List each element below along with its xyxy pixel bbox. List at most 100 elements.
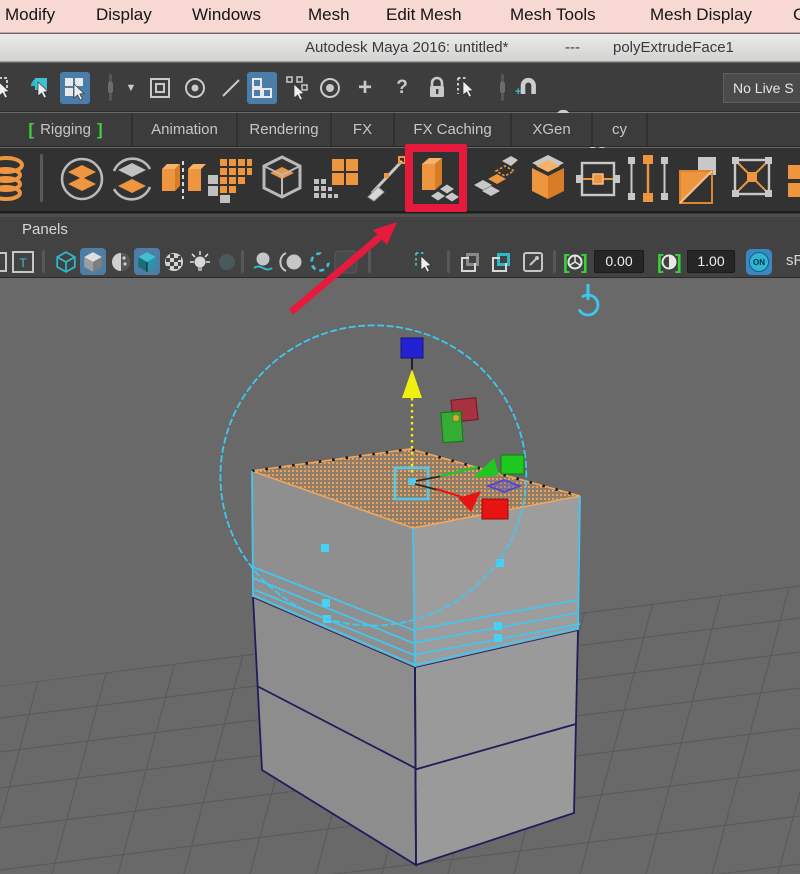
menu-modify[interactable]: Modify [5, 5, 55, 25]
svg-text:T: T [19, 256, 27, 270]
z-scale-handle[interactable] [400, 337, 424, 359]
tab-rendering[interactable]: Rendering [238, 113, 332, 146]
live-surface-field[interactable]: No Live S [723, 73, 800, 103]
isolate-select-icon[interactable] [307, 248, 333, 275]
menu-display[interactable]: Display [96, 5, 152, 25]
menu-mesh-display[interactable]: Mesh Display [650, 5, 752, 25]
smooth-icon[interactable] [258, 151, 306, 209]
textured-mode-icon[interactable] [134, 248, 160, 275]
status-line: ▼ + ? + No Live S [0, 63, 800, 112]
highlight-selection-icon[interactable] [452, 72, 482, 104]
tool-dropdown-icon[interactable]: ▼ [120, 72, 142, 104]
panel-separator [368, 250, 371, 273]
plus-tool-icon[interactable]: + [350, 72, 380, 104]
toolbar-separator[interactable] [500, 74, 505, 101]
text-pane-icon[interactable]: T [10, 248, 36, 275]
tab-rigging[interactable]: [ Rigging ] [0, 113, 133, 146]
single-pane-icon[interactable] [0, 248, 10, 275]
object-layer-icon[interactable] [458, 248, 484, 275]
multi-cut-icon[interactable] [362, 151, 410, 209]
window-title: Autodesk Maya 2016: untitled* [305, 39, 509, 56]
line-tool-icon[interactable] [216, 72, 246, 104]
poke-icon[interactable] [728, 151, 776, 209]
paint-select-icon[interactable] [315, 72, 345, 104]
select-object-icon[interactable] [26, 72, 56, 104]
shelf-separator [40, 154, 43, 202]
x-scale-handle[interactable] [500, 454, 525, 475]
combine-icon[interactable] [58, 151, 106, 209]
colorspace-label: sR [786, 252, 800, 269]
help-icon[interactable]: ? [387, 72, 417, 104]
snap-grid-icon[interactable]: + [514, 72, 544, 104]
annotation-highlight-box [405, 144, 467, 212]
menu-mesh[interactable]: Mesh [308, 5, 350, 25]
select-hierarchy-icon[interactable] [0, 72, 18, 104]
tab-animation[interactable]: Animation [133, 113, 238, 146]
greyed-toggle-icon[interactable] [333, 248, 359, 275]
rect-marquee-icon[interactable] [145, 72, 175, 104]
menu-bar: Modify Display Windows Mesh Edit Mesh Me… [0, 0, 800, 33]
menu-edit-mesh[interactable]: Edit Mesh [386, 5, 462, 25]
maya-window: Modify Display Windows Mesh Edit Mesh Me… [0, 0, 800, 874]
plane-handle-green[interactable] [440, 410, 464, 444]
panels-menu-bar: Panels [0, 217, 800, 245]
render-layer-icon[interactable] [489, 248, 515, 275]
reduce-icon[interactable] [312, 151, 360, 209]
tab-fx-caching[interactable]: FX Caching [395, 113, 512, 146]
panel-separator [42, 250, 45, 273]
active-node-name: polyExtrudeFace1 [613, 39, 734, 56]
shadows-toggle-icon[interactable] [214, 248, 240, 275]
material-mode-icon[interactable] [108, 248, 134, 275]
circle-marquee-icon[interactable] [180, 72, 210, 104]
scene-3d [0, 284, 800, 874]
subdivide-icon[interactable] [206, 151, 254, 209]
bridge-icon[interactable] [470, 151, 518, 209]
lights-mode-icon[interactable] [187, 248, 213, 275]
view-transform-on-button[interactable]: ON [746, 249, 772, 275]
xray-mode-icon[interactable] [278, 248, 304, 275]
poly-cylinder-icon[interactable] [0, 151, 30, 209]
menu-windows[interactable]: Windows [192, 5, 261, 25]
fluid-mode-icon[interactable] [250, 248, 276, 275]
separate-icon[interactable] [108, 151, 156, 209]
panel-separator [553, 250, 556, 273]
lock-selection-icon[interactable] [422, 72, 452, 104]
tab-xgen[interactable]: XGen [512, 113, 593, 146]
exposure-icon[interactable]: [] [560, 248, 590, 275]
svg-text:]: ] [581, 252, 588, 274]
viewport[interactable] [0, 278, 800, 874]
svg-text:]: ] [675, 252, 682, 274]
shaded-mode-icon[interactable] [80, 248, 106, 275]
panels-menu[interactable]: Panels [22, 221, 68, 238]
gamma-icon[interactable]: [] [654, 248, 684, 275]
tab-fx[interactable]: FX [332, 113, 395, 146]
insert-edge-loop-icon[interactable] [624, 151, 672, 209]
menu-mesh-tools[interactable]: Mesh Tools [510, 5, 596, 25]
wedge-icon[interactable] [782, 151, 800, 209]
checker-mode-icon[interactable] [161, 248, 187, 275]
shelf-tabs: [ Rigging ] Animation Rendering FX FX Ca… [0, 113, 800, 147]
title-bar: Autodesk Maya 2016: untitled* --- polyEx… [0, 34, 800, 62]
y-scale-handle[interactable] [481, 498, 509, 520]
lasso-select-icon[interactable] [283, 72, 313, 104]
panel-separator [447, 250, 450, 273]
bevel-icon[interactable] [524, 151, 572, 209]
shelf-toolbar [0, 148, 800, 211]
menu-partial[interactable]: C [793, 5, 800, 25]
exposure-field[interactable]: 0.00 [594, 250, 644, 273]
select-component-icon[interactable] [60, 72, 90, 104]
toolbar-separator[interactable] [108, 74, 113, 101]
z-arrow-handle[interactable] [402, 369, 422, 398]
panel-toolbar: T [] 0.00 [] 1.00 ON sR [0, 245, 800, 278]
wireframe-mode-icon[interactable] [53, 248, 79, 275]
mirror-icon[interactable] [158, 151, 206, 209]
pick-mask-icon[interactable] [247, 72, 277, 104]
axis-orient-icon[interactable] [574, 284, 602, 319]
tab-cy[interactable]: cy [593, 113, 648, 146]
select-highlight-icon[interactable] [412, 248, 438, 275]
image-plane-icon[interactable] [520, 248, 546, 275]
active-bracket-open: [ [28, 119, 35, 139]
edit-edge-flow-icon[interactable] [574, 151, 622, 209]
flip-icon[interactable] [674, 151, 722, 209]
gamma-field[interactable]: 1.00 [687, 250, 735, 273]
